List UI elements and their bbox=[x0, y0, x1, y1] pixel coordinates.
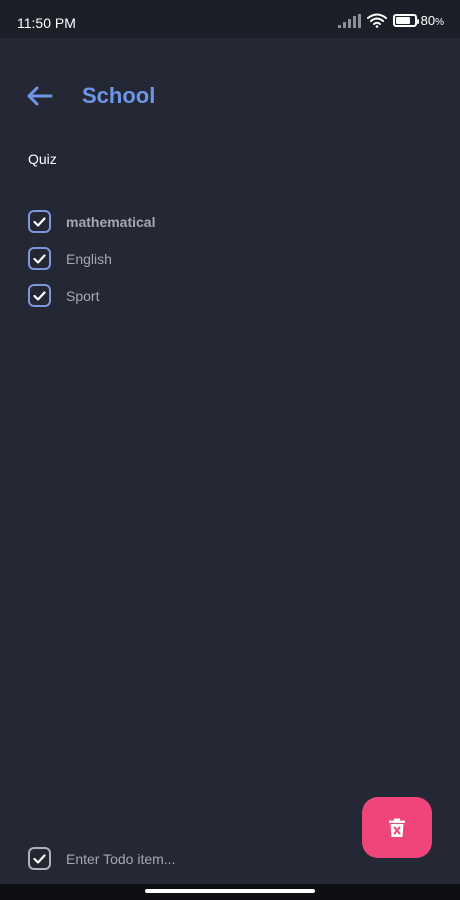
back-button[interactable] bbox=[26, 82, 56, 110]
page-title: School bbox=[82, 83, 156, 108]
battery-text: 80% bbox=[420, 13, 444, 28]
todo-list: mathematical English Sport bbox=[28, 203, 155, 314]
todo-item: mathematical bbox=[28, 203, 155, 240]
check-icon bbox=[33, 216, 46, 227]
todo-item: English bbox=[28, 240, 155, 277]
todo-label: English bbox=[66, 250, 112, 267]
todo-item: Sport bbox=[28, 277, 155, 314]
todo-checkbox[interactable] bbox=[28, 284, 51, 307]
new-todo-row bbox=[28, 847, 326, 870]
battery-icon bbox=[392, 14, 419, 27]
battery-indicator: 80% bbox=[392, 13, 444, 28]
new-todo-checkbox[interactable] bbox=[28, 847, 51, 870]
check-icon bbox=[33, 853, 46, 864]
todo-label: Sport bbox=[66, 287, 100, 304]
status-bar: 11:50 PM 80% bbox=[0, 0, 460, 38]
todo-label: mathematical bbox=[66, 213, 156, 230]
new-todo-input[interactable] bbox=[66, 850, 326, 867]
section-label: Quiz bbox=[28, 151, 57, 167]
status-icons: 80% bbox=[337, 13, 444, 28]
app-header: School bbox=[0, 80, 460, 112]
wifi-icon bbox=[366, 13, 387, 28]
todo-checkbox[interactable] bbox=[28, 210, 51, 233]
todo-checkbox[interactable] bbox=[28, 247, 51, 270]
delete-fab-button[interactable] bbox=[362, 797, 432, 858]
status-time: 11:50 PM bbox=[17, 15, 76, 31]
check-icon bbox=[33, 290, 46, 301]
check-icon bbox=[33, 253, 46, 264]
trash-x-icon bbox=[389, 818, 405, 837]
arrow-left-icon bbox=[27, 86, 53, 106]
system-nav-bar bbox=[0, 884, 460, 900]
home-indicator[interactable] bbox=[145, 889, 315, 893]
signal-icon bbox=[337, 13, 361, 28]
